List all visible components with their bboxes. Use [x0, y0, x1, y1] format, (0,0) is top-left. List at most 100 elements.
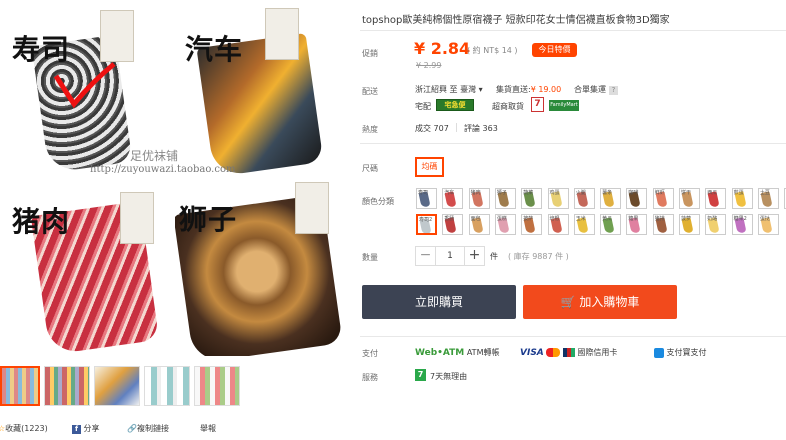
- size-option-onesize[interactable]: 均碼: [415, 157, 444, 177]
- color-swatch[interactable]: 饼干: [679, 188, 700, 209]
- product-main-image[interactable]: 寿司 汽车 猪肉 狮子 足优袜铺 http://zuyouwazi.taobao…: [0, 0, 350, 356]
- color-swatch[interactable]: 鲜虾: [652, 188, 674, 209]
- add-to-cart-button[interactable]: 🛒 加入購物車: [523, 285, 677, 319]
- color-swatch-label: 薯条: [602, 190, 613, 196]
- shipping-label: 配送: [362, 87, 378, 96]
- thumbnail-2[interactable]: [44, 366, 90, 406]
- buy-now-button[interactable]: 立即購買: [362, 285, 516, 319]
- current-price: ¥ 2.84: [414, 39, 471, 58]
- divider: [456, 123, 457, 132]
- sock-tag: [295, 182, 329, 234]
- help-icon[interactable]: ?: [609, 86, 618, 95]
- color-swatch-label: 黄瓜: [602, 216, 613, 222]
- color-swatch[interactable]: 蛋挞: [757, 214, 779, 235]
- color-swatch[interactable]: 鸡蛋: [547, 188, 569, 209]
- web-atm-payment: Web•ATM ATM轉帳: [415, 347, 499, 358]
- direct-shipping: 集貨直送:¥ 19.00: [496, 84, 561, 95]
- color-swatch[interactable]: 火腿: [573, 188, 595, 209]
- sock-tag: [100, 10, 134, 62]
- shipping-route-select[interactable]: 浙江紹興 至 臺灣 ▾: [415, 84, 483, 95]
- color-swatch[interactable]: 汽车: [442, 188, 464, 209]
- add-cart-label: 加入購物車: [579, 295, 640, 309]
- color-swatch[interactable]: 糖果2: [731, 214, 753, 235]
- share-link[interactable]: f 分享: [72, 423, 100, 434]
- color-swatch[interactable]: 西瓜: [705, 188, 727, 209]
- alipay-icon: [654, 347, 664, 358]
- color-swatch-label: 培根: [549, 216, 560, 222]
- color-swatch[interactable]: 奶酪: [705, 214, 727, 235]
- color-swatch[interactable]: 咖啡: [626, 188, 648, 209]
- increase-quantity-button[interactable]: +: [464, 247, 484, 265]
- color-swatch-label: 蔬菜: [523, 190, 534, 196]
- image-car-sock: 汽车: [175, 0, 350, 178]
- thumbnail-3[interactable]: [94, 366, 140, 406]
- price-label: 促銷: [362, 49, 378, 58]
- thumbnail-5[interactable]: [194, 366, 240, 406]
- color-swatch-label: 土豆: [759, 190, 770, 196]
- image-lion-sock: 狮子: [175, 178, 350, 356]
- color-swatch[interactable]: 狮子: [494, 188, 516, 209]
- copy-link-button[interactable]: 🔗複制鏈接: [127, 423, 169, 434]
- color-swatch-label: 鲜虾: [654, 190, 665, 196]
- web-atm-logo: Web•ATM: [415, 348, 465, 358]
- quantity-unit: 件: [490, 252, 498, 261]
- atm-text: ATM轉帳: [466, 348, 500, 357]
- size-label: 尺碼: [362, 164, 378, 173]
- color-swatch[interactable]: 寿司: [416, 188, 437, 209]
- chevron-down-icon: ▾: [478, 85, 483, 94]
- shipping-route-text: 浙江紹興 至 臺灣: [415, 85, 477, 94]
- color-swatch[interactable]: 糖果: [626, 214, 648, 235]
- decrease-quantity-button[interactable]: −: [416, 247, 436, 265]
- color-swatch[interactable]: 寿司2: [416, 214, 437, 235]
- shop-watermark-url: http://zuyouwazi.taobao.com: [90, 164, 236, 175]
- color-swatch-label: 披萨: [523, 216, 534, 222]
- caption-lion: 狮子: [179, 203, 238, 236]
- thumbnail-1[interactable]: [0, 366, 40, 406]
- color-swatch-label: 蛋糕: [496, 216, 507, 222]
- original-price: ¥ 2.99: [416, 61, 442, 70]
- color-label: 顏色分類: [362, 197, 394, 206]
- color-swatch-label: 狮子: [496, 190, 507, 196]
- color-swatch-label: 寿司2: [419, 217, 433, 223]
- color-swatch-label: 玉米: [575, 216, 586, 222]
- consolidate-shipping[interactable]: 合單集運?: [574, 84, 618, 95]
- image-pork-sock: 猪肉: [0, 178, 175, 356]
- color-swatch[interactable]: 土豆: [757, 188, 779, 209]
- color-swatch[interactable]: 猪排: [652, 214, 674, 235]
- color-swatch-label: 煎蛋: [733, 190, 744, 196]
- color-swatch[interactable]: 蛋糕: [494, 214, 516, 235]
- color-swatch-label: 猪排: [654, 216, 665, 222]
- seven-day-return-text: 7天無理由: [430, 372, 468, 381]
- color-swatch-label: 香肠: [444, 216, 455, 222]
- color-swatch[interactable]: 煎蛋: [731, 188, 753, 209]
- collect-link[interactable]: ☆收藏(1223): [0, 423, 48, 434]
- color-swatch[interactable]: 蔬菜: [521, 188, 543, 209]
- color-swatch[interactable]: 香肠: [442, 214, 464, 235]
- link-icon: 🔗: [127, 424, 137, 433]
- color-swatch-label: 咖啡: [628, 190, 639, 196]
- color-swatch-label: 菠萝: [681, 216, 692, 222]
- shop-watermark: 足优袜铺: [130, 149, 179, 163]
- color-swatch[interactable]: 猪肉: [468, 188, 490, 209]
- color-swatch[interactable]: 菠萝: [679, 214, 700, 235]
- thumbnail-strip: [0, 366, 260, 410]
- alipay-text: 支付寶支付: [666, 348, 707, 357]
- thumbnail-4[interactable]: [144, 366, 190, 406]
- quantity-label: 數量: [362, 253, 378, 262]
- color-swatch[interactable]: 面包: [468, 214, 490, 235]
- color-swatch[interactable]: 培根: [547, 214, 569, 235]
- mastercard-icon: [546, 348, 561, 357]
- seven-eleven-logo: 7: [531, 97, 544, 112]
- black-cat-logo: 宅急便: [436, 99, 474, 111]
- product-title: topshop歐美純棉個性原宿襪子 短款印花女士情侶襪直板食物3D獨家: [362, 15, 670, 26]
- quantity-input[interactable]: 1: [436, 247, 464, 265]
- color-swatch[interactable]: 玉米: [573, 214, 595, 235]
- report-link[interactable]: 舉報: [200, 423, 216, 434]
- color-swatch[interactable]: 披萨: [521, 214, 543, 235]
- color-swatch-label: 奶酪: [707, 216, 718, 222]
- store-pickup-label: 超商取貨: [492, 102, 524, 111]
- card-text: 國際信用卡: [577, 348, 618, 357]
- color-swatch-label: 寿司: [418, 190, 429, 196]
- color-swatch[interactable]: 薯条: [600, 188, 622, 209]
- color-swatch[interactable]: 黄瓜: [600, 214, 622, 235]
